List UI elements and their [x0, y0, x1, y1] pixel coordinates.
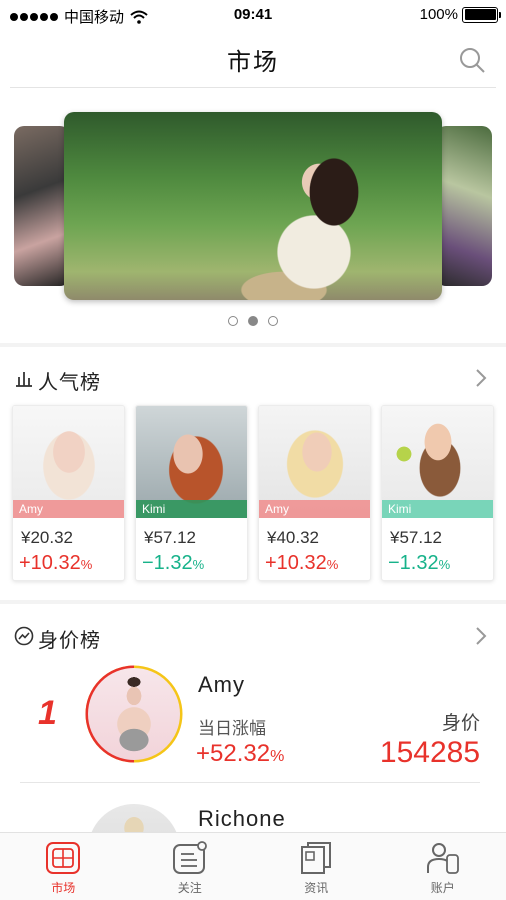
card-price: ¥20.32	[21, 528, 73, 547]
popularity-cards: Amy ¥20.32 +10.32% Kimi ¥57.12 −1.32% Am…	[12, 405, 494, 581]
trend-icon	[14, 626, 34, 646]
row-divider	[20, 782, 480, 783]
popularity-card[interactable]: Kimi ¥57.12 −1.32%	[381, 405, 494, 581]
market-icon	[46, 842, 81, 874]
follow-icon	[172, 841, 207, 874]
model-photo: Amy	[13, 406, 124, 518]
card-change-value: −1.32	[142, 552, 193, 574]
tab-news-label: 资讯	[304, 881, 329, 895]
pagination-dot[interactable]	[228, 316, 238, 326]
card-change: +10.32%	[265, 552, 338, 575]
banner-slide-current[interactable]	[64, 112, 442, 300]
rank-change-label: 当日涨幅	[198, 719, 266, 738]
card-change-unit: %	[326, 557, 339, 572]
rank-value: 154285	[379, 736, 480, 769]
chevron-right-icon[interactable]	[474, 625, 488, 647]
bar-chart-icon	[16, 372, 32, 387]
tab-news[interactable]: 资讯	[253, 833, 380, 900]
news-icon	[301, 842, 332, 874]
card-change: −1.32%	[142, 552, 204, 575]
card-change-value: −1.32	[388, 552, 439, 574]
model-photo: Amy	[259, 406, 370, 518]
banner-carousel[interactable]	[0, 112, 506, 326]
rank-name: Amy	[198, 672, 245, 697]
popularity-title: 人气榜	[38, 372, 101, 394]
account-icon	[426, 843, 459, 874]
card-change: +10.32%	[19, 552, 92, 575]
rank-change-unit: %	[270, 748, 285, 765]
model-name-tag: Kimi	[382, 500, 493, 518]
battery-percent: 100%	[419, 6, 458, 23]
rank-name: Richone	[198, 806, 286, 831]
tab-account[interactable]: 账户	[380, 833, 506, 900]
rank-change-value: +52.32	[196, 740, 271, 767]
banner-pagination	[0, 316, 506, 326]
status-bar: 中国移动 09:41 100%	[0, 0, 506, 30]
card-change-value: +10.32	[19, 552, 81, 574]
navigation-bar: 市场	[0, 30, 506, 88]
battery-icon	[462, 6, 501, 23]
search-icon[interactable]	[458, 46, 486, 74]
card-price: ¥57.12	[390, 528, 442, 547]
value-rank-row[interactable]: 1 Amy 当日涨幅 +52.32% 身价 154285	[0, 665, 506, 778]
tab-bar: 市场 关注 资讯 账户	[0, 832, 506, 900]
rank-value-label: 身价	[441, 713, 480, 734]
card-change: −1.32%	[388, 552, 450, 575]
nav-divider	[10, 87, 496, 88]
tab-follow[interactable]: 关注	[127, 833, 254, 900]
pagination-dot-active[interactable]	[248, 316, 258, 326]
model-photo: Kimi	[136, 406, 247, 518]
popularity-card[interactable]: Amy ¥20.32 +10.32%	[12, 405, 125, 581]
card-price: ¥40.32	[267, 528, 319, 547]
section-divider	[0, 600, 506, 604]
model-name-tag: Amy	[13, 500, 124, 518]
model-name-tag: Kimi	[136, 500, 247, 518]
popularity-card[interactable]: Amy ¥40.32 +10.32%	[258, 405, 371, 581]
popularity-header[interactable]: 人气榜	[0, 358, 506, 398]
tab-market[interactable]: 市场	[0, 833, 127, 900]
model-name-tag: Amy	[259, 500, 370, 518]
chevron-right-icon[interactable]	[474, 367, 488, 389]
card-change-unit: %	[80, 557, 93, 572]
card-change-unit: %	[438, 557, 451, 572]
card-price: ¥57.12	[144, 528, 196, 547]
model-photo: Kimi	[382, 406, 493, 518]
card-change-value: +10.32	[265, 552, 327, 574]
pagination-dot[interactable]	[268, 316, 278, 326]
tab-follow-label: 关注	[177, 881, 202, 895]
card-change-unit: %	[192, 557, 205, 572]
rank-change: +52.32%	[196, 740, 284, 768]
status-right: 100%	[419, 6, 501, 23]
value-rank-title: 身价榜	[38, 630, 101, 652]
banner-slide-prev[interactable]	[14, 126, 70, 286]
tab-market-label: 市场	[51, 881, 76, 895]
page-title: 市场	[227, 49, 279, 76]
popularity-card[interactable]: Kimi ¥57.12 −1.32%	[135, 405, 248, 581]
value-rank-header[interactable]: 身价榜	[0, 616, 506, 656]
section-divider	[0, 343, 506, 347]
banner-slide-next[interactable]	[436, 126, 492, 286]
avatar	[88, 668, 180, 760]
tab-account-label: 账户	[430, 881, 455, 895]
rank-number: 1	[38, 694, 57, 732]
